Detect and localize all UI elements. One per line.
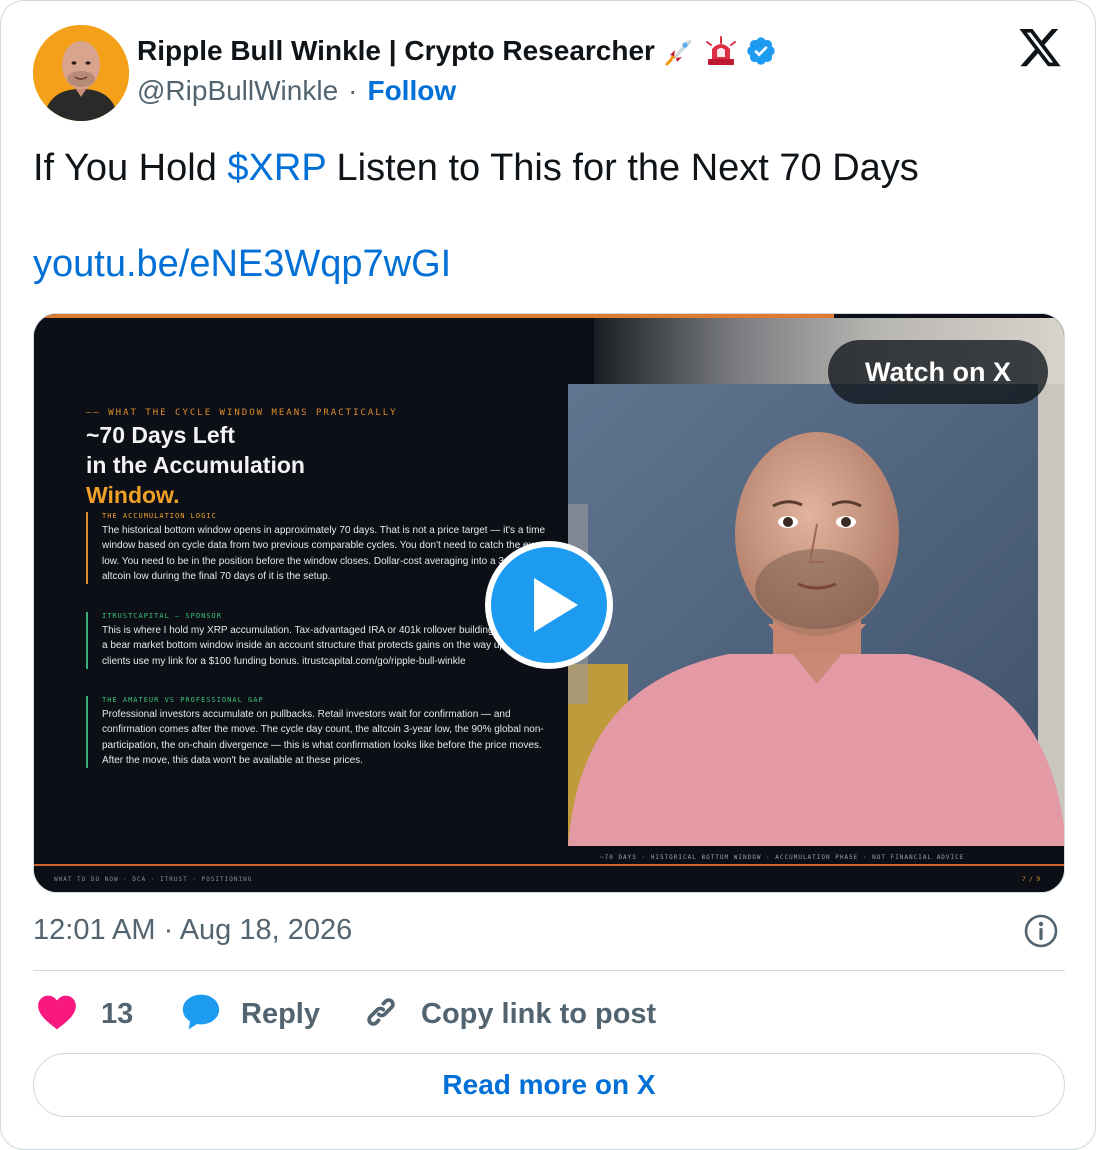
- post-timestamp[interactable]: 12:01 AM · Aug 18, 2026: [33, 911, 352, 949]
- slide-block-gap: THE AMATEUR VS PROFESSIONAL GAP Professi…: [86, 696, 552, 769]
- copy-link-label: Copy link to post: [421, 997, 657, 1030]
- info-icon[interactable]: [1023, 913, 1059, 949]
- tweet-text-after: Listen to This for the Next 70 Days: [325, 147, 919, 189]
- slide-pager: 7 / 9: [1022, 876, 1041, 883]
- like-button[interactable]: 13: [37, 991, 133, 1037]
- video-media[interactable]: —— WHAT THE CYCLE WINDOW MEANS PRACTICAL…: [33, 313, 1065, 893]
- slide-title: ~70 Days Left in the Accumulation Window…: [86, 420, 305, 510]
- slide-block-label: THE ACCUMULATION LOGIC: [102, 512, 217, 520]
- slide-ticker: ~70 DAYS · HISTORICAL BOTTOM WINDOW · AC…: [600, 854, 965, 861]
- link-chain-icon: [361, 992, 401, 1037]
- author-avatar[interactable]: [33, 25, 129, 121]
- x-logo-icon[interactable]: [1017, 29, 1063, 71]
- actions-divider: [33, 970, 1065, 971]
- youtube-link[interactable]: youtu.be/eNE3Wqp7wGI: [33, 241, 451, 287]
- copy-link-button[interactable]: Copy link to post: [361, 991, 656, 1037]
- author-handle[interactable]: @RipBullWinkle: [137, 75, 338, 107]
- read-more-button[interactable]: Read more on X: [33, 1053, 1065, 1117]
- webcam-presenter: [568, 384, 1064, 846]
- play-button-icon[interactable]: [482, 538, 616, 672]
- slide-block-label: THE AMATEUR VS PROFESSIONAL GAP: [102, 696, 264, 704]
- cashtag-link[interactable]: $XRP: [227, 147, 326, 189]
- reply-button[interactable]: Reply: [181, 991, 320, 1037]
- slide-kicker: —— WHAT THE CYCLE WINDOW MEANS PRACTICAL…: [86, 408, 398, 418]
- watch-on-x-button[interactable]: Watch on X: [828, 340, 1048, 404]
- handle-separator: ·: [348, 75, 358, 106]
- embedded-post-card: Ripple Bull Winkle | Crypto Researcher @…: [0, 0, 1096, 1150]
- author-handle-row: @RipBullWinkle · Follow: [137, 73, 456, 109]
- author-name-row[interactable]: Ripple Bull Winkle | Crypto Researcher: [137, 31, 777, 71]
- slide-footer: WHAT TO DO NOW · DCA · ITRUST · POSITION…: [54, 876, 253, 883]
- like-count: 13: [101, 997, 134, 1030]
- slide-footer-line: [34, 864, 1064, 866]
- heart-icon: [37, 994, 77, 1035]
- author-name[interactable]: Ripple Bull Winkle | Crypto Researcher: [137, 35, 655, 67]
- rocket-emoji-icon: [661, 33, 697, 69]
- tweet-text: If You Hold $XRP Listen to This for the …: [33, 145, 919, 191]
- speech-bubble-icon: [181, 993, 221, 1036]
- slide-block-body: Professional investors accumulate on pul…: [102, 709, 544, 766]
- slide-title-accent: Window.: [86, 482, 180, 508]
- tweet-text-before: If You Hold: [33, 147, 228, 189]
- rotating-light-emoji-icon: [703, 33, 739, 69]
- verified-badge-icon: [745, 35, 777, 67]
- follow-button[interactable]: Follow: [367, 75, 456, 107]
- slide-title-line1: ~70 Days Left: [86, 422, 235, 448]
- reply-label: Reply: [241, 997, 320, 1030]
- slide-title-line2: in the Accumulation: [86, 452, 305, 478]
